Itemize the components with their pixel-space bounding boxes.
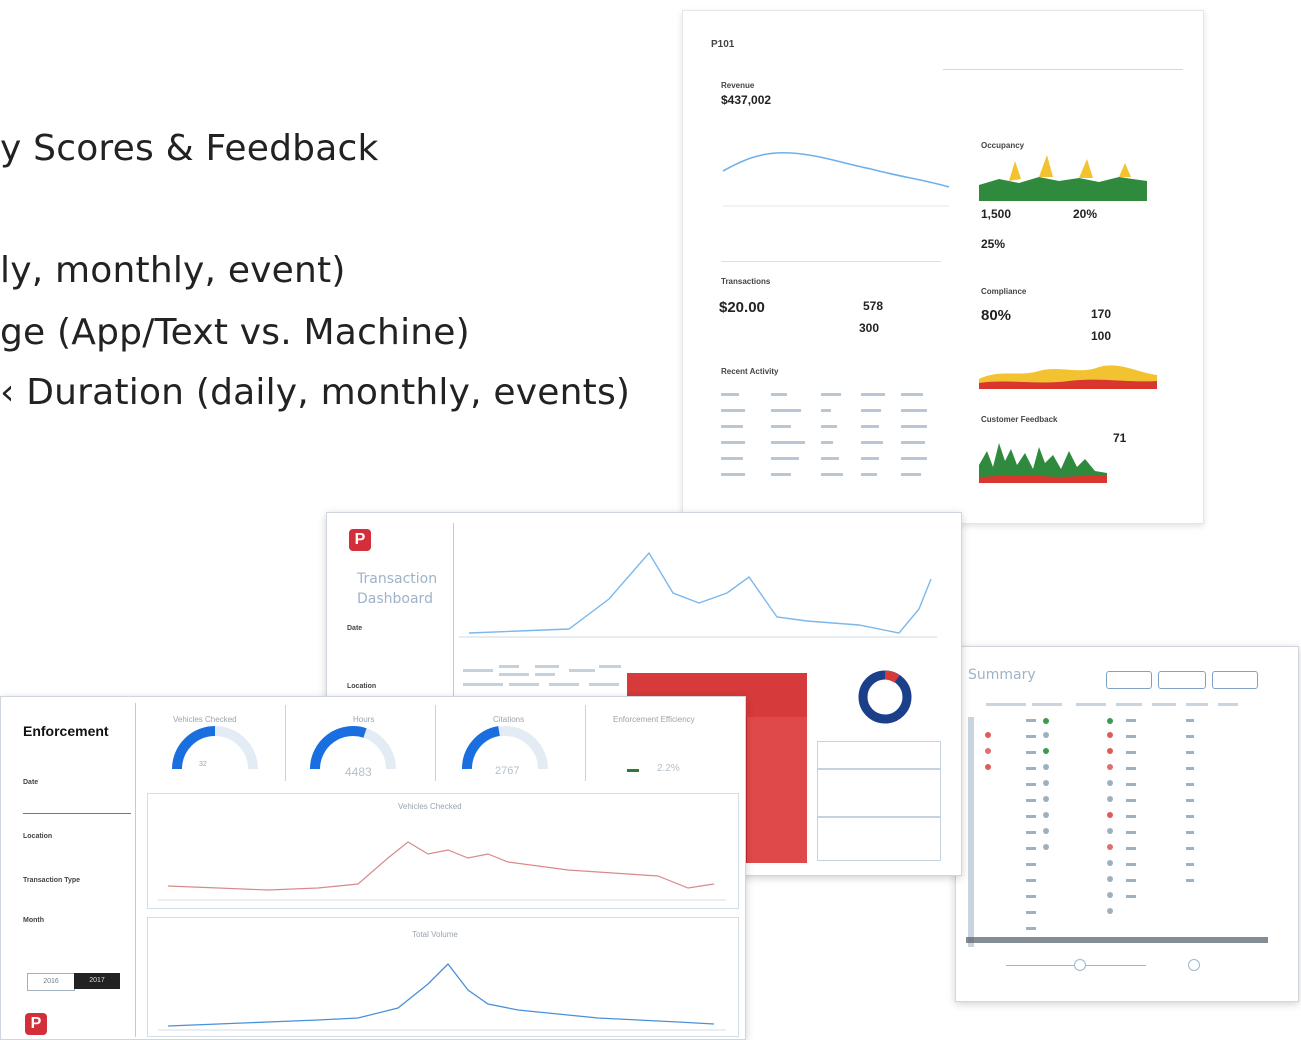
transaction-card-1 [817, 741, 941, 769]
transaction-title-line-2: Dashboard [357, 591, 433, 607]
enforcement-filter-month: Month [23, 917, 44, 924]
kpi-efficiency-label: Enforcement Efficiency [613, 715, 695, 724]
transaction-donut-chart [858, 670, 912, 724]
bullet-usage: ge (App/Text vs. Machine) [0, 312, 470, 353]
kpi-citations-value: 2767 [495, 765, 520, 777]
total-volume-line-chart [158, 963, 726, 1031]
bullet-period: ly, monthly, event) [0, 250, 346, 291]
total-volume-chart-title: Total Volume [412, 930, 458, 939]
enforcement-dashboard: Enforcement Date Location Transaction Ty… [0, 696, 746, 1040]
kpi-enforcement-efficiency: Enforcement Efficiency 2.2% [593, 705, 739, 781]
summary-filter-button-3[interactable] [1212, 671, 1258, 689]
customer-feedback-label: Customer Feedback [981, 415, 1058, 424]
kpi-hours: Hours 4483 [293, 705, 436, 781]
enforcement-title: Enforcement [23, 723, 109, 739]
revenue-label: Revenue [721, 81, 755, 90]
summary-filter-button-1[interactable] [1106, 671, 1152, 689]
feedback-chart [979, 443, 1107, 483]
occupancy-label: Occupancy [981, 141, 1025, 150]
occupancy-stat-2: 20% [1073, 207, 1098, 221]
compliance-value-2: 170 [1091, 307, 1112, 321]
transaction-card-2 [817, 769, 941, 817]
transactions-value-2: 578 [863, 299, 884, 313]
transactions-value-1: $20.00 [719, 299, 765, 316]
compliance-value-3: 100 [1091, 329, 1112, 343]
kpi-vehicles-checked: Vehicles Checked 32 [147, 705, 286, 781]
kpi-hours-value: 4483 [345, 765, 372, 779]
enforcement-logo: P [25, 1013, 47, 1035]
slide-text: y Scores & Feedback ly, monthly, event) … [0, 0, 640, 440]
transactions-value-3: 300 [859, 321, 880, 335]
bullet-scores-feedback: y Scores & Feedback [0, 128, 379, 169]
enforcement-filter-date: Date [23, 779, 39, 786]
total-volume-chart-panel: Total Volume [147, 917, 739, 1037]
compliance-value-1: 80% [981, 307, 1012, 324]
occupancy-stat-3: 25% [981, 237, 1006, 251]
vehicles-checked-line-chart [158, 841, 726, 901]
transaction-filter-date: Date [347, 625, 363, 632]
transaction-title-line-1: Transaction [357, 571, 438, 587]
kpi-efficiency-value: 2.2% [657, 763, 680, 774]
p101-title: P101 [711, 39, 735, 50]
kpi-vehicles-checked-gauge [172, 726, 258, 770]
transactions-label: Transactions [721, 277, 771, 286]
summary-slider-handle-right[interactable] [1188, 959, 1200, 971]
summary-table [966, 703, 1268, 947]
enforcement-filter-transaction-type: Transaction Type [23, 877, 81, 884]
recent-activity-table [721, 393, 927, 476]
revenue-value: $437,002 [721, 93, 772, 107]
occupancy-stat-1: 1,500 [981, 207, 1012, 221]
summary-slider-handle-left[interactable] [1074, 959, 1086, 971]
compliance-chart [979, 365, 1157, 389]
revenue-line-chart [722, 151, 950, 207]
compliance-label: Compliance [981, 287, 1027, 296]
transaction-filter-location: Location [347, 683, 377, 690]
summary-title: Summary [968, 667, 1036, 683]
year-toggle-2016[interactable]: 2016 [27, 973, 75, 991]
feedback-value: 71 [1113, 431, 1127, 445]
bullet-duration: ‹ Duration (daily, monthly, events) [0, 372, 631, 413]
transaction-card-3 [817, 817, 941, 861]
summary-dashboard: Summary [955, 646, 1299, 1002]
summary-filter-button-2[interactable] [1158, 671, 1206, 689]
kpi-citations: Citations 2767 [441, 705, 586, 781]
transaction-logo: P [349, 529, 371, 551]
recent-activity-label: Recent Activity [721, 367, 779, 376]
p101-dashboard: P101 Revenue $437,002 Occupancy 1,500 20… [682, 10, 1204, 524]
transaction-volume-chart [459, 551, 937, 638]
vehicles-checked-chart-panel: Vehicles Checked [147, 793, 739, 909]
occupancy-chart [979, 155, 1147, 201]
year-toggle-2017[interactable]: 2017 [74, 973, 120, 989]
vehicles-checked-chart-title: Vehicles Checked [398, 802, 462, 811]
kpi-vehicles-checked-value: 32 [199, 761, 207, 768]
enforcement-filter-location: Location [23, 833, 53, 840]
